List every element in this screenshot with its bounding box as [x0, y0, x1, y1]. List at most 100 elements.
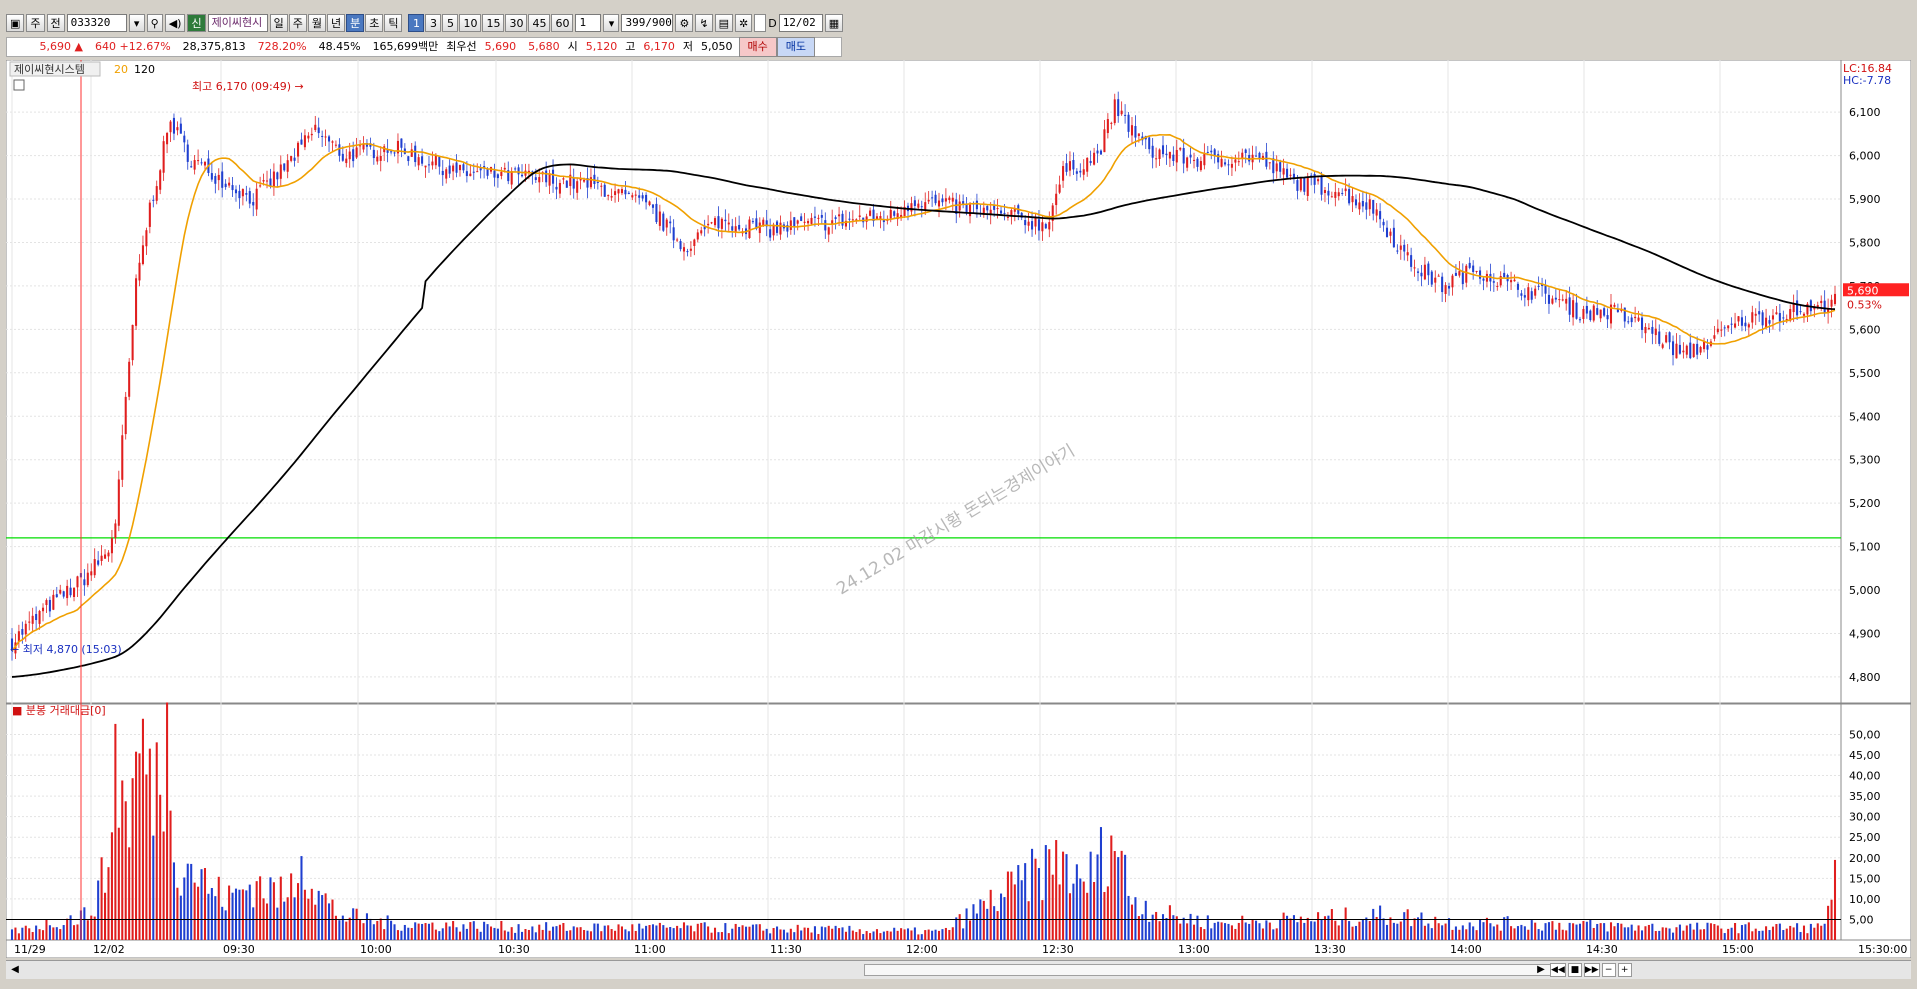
volume-bar — [1510, 926, 1513, 940]
zoom-in-icon[interactable]: + — [1617, 963, 1632, 977]
interval-button-30[interactable]: 30 — [505, 14, 528, 32]
price-tick-label: 5,600 — [1849, 323, 1881, 336]
candle-body — [290, 156, 293, 161]
volume-bar — [1199, 927, 1202, 940]
candle-body — [1227, 164, 1230, 166]
buy-button[interactable]: 매수 — [738, 37, 777, 57]
period-button-5[interactable]: 초 — [365, 14, 384, 32]
candle-body — [614, 191, 617, 195]
period-button-0[interactable]: 일 — [269, 14, 288, 32]
forward-icon[interactable]: ▶▶ — [1583, 963, 1600, 977]
volume-bar — [414, 922, 417, 940]
volume-bar — [1313, 921, 1316, 940]
volume-bar — [1820, 925, 1823, 940]
interval-button-1[interactable]: 1 — [408, 14, 425, 32]
volume-bar — [1709, 923, 1712, 940]
volume-bar — [472, 921, 475, 940]
date-input[interactable]: 12/02 — [778, 14, 823, 32]
volume-bar — [283, 901, 286, 940]
candle-body — [813, 216, 816, 218]
candle-body — [1747, 324, 1750, 328]
chart-canvas[interactable]: 6,1006,0005,9005,8005,7005,6005,5005,400… — [6, 60, 1911, 958]
candle-body — [186, 144, 189, 162]
volume-bar — [620, 926, 623, 940]
horizontal-scrollbar[interactable]: ◀ ▶ ◀◀ ■ ▶▶ − + — [6, 960, 1911, 979]
date-checkbox[interactable] — [754, 14, 767, 32]
volume-bar — [541, 929, 544, 940]
candle-body — [1534, 288, 1537, 296]
interval-button-60[interactable]: 60 — [551, 14, 574, 32]
candle-body — [135, 278, 138, 326]
volume-bar — [1561, 929, 1564, 940]
layout-icon[interactable]: ▣ — [6, 14, 25, 32]
scroll-right-icon[interactable]: ▶ — [1534, 962, 1548, 978]
dropdown-chevron-icon[interactable]: ▾ — [128, 14, 145, 32]
interval-input[interactable]: 1 — [575, 14, 602, 32]
stop-icon[interactable]: ■ — [1567, 963, 1582, 977]
mode-select[interactable]: 주 — [26, 14, 45, 32]
settings-icon[interactable]: ⚙ — [675, 14, 694, 32]
candle-body — [793, 217, 796, 227]
indicator-icon[interactable]: ↯ — [695, 14, 713, 32]
period-button-6[interactable]: 틱 — [384, 14, 403, 32]
interval-button-3[interactable]: 3 — [425, 14, 442, 32]
candle-body — [707, 223, 710, 226]
chart-type-button[interactable]: 전 — [46, 14, 65, 32]
candle-body — [469, 173, 472, 177]
interval-dropdown-icon[interactable]: ▾ — [603, 14, 620, 32]
period-button-4[interactable]: 분 — [346, 14, 365, 32]
rewind-icon[interactable]: ◀◀ — [1550, 963, 1566, 977]
candle-body — [1041, 222, 1044, 232]
candle-body — [1320, 176, 1323, 195]
volume-bar — [1434, 916, 1437, 940]
candle-body — [334, 144, 337, 146]
candle-body — [1275, 163, 1278, 172]
candle-body — [1341, 192, 1344, 194]
stock-code-input[interactable]: 033320 — [66, 14, 127, 32]
volume-bar — [841, 927, 844, 940]
candle-body — [69, 587, 72, 596]
new-badge[interactable]: 신 — [187, 14, 206, 32]
candle-body — [1761, 312, 1764, 326]
period-button-1[interactable]: 주 — [288, 14, 307, 32]
interval-button-45[interactable]: 45 — [528, 14, 551, 32]
save-icon[interactable]: ▤ — [714, 14, 733, 32]
speaker-icon[interactable]: ◀) — [164, 14, 186, 32]
volume-bar — [1396, 923, 1399, 940]
sell-button[interactable]: 매도 — [776, 37, 816, 57]
interval-button-15[interactable]: 15 — [482, 14, 505, 32]
candle-body — [1434, 277, 1437, 283]
candle-body — [1723, 327, 1726, 329]
volume-bar — [996, 911, 999, 940]
volume-bar — [531, 926, 534, 940]
period-button-2[interactable]: 월 — [307, 14, 326, 32]
volume-bar — [700, 922, 703, 940]
zoom-out-icon[interactable]: − — [1601, 963, 1616, 977]
volume-bar — [1734, 922, 1737, 940]
search-icon[interactable]: ⚲ — [146, 14, 163, 32]
candle-body — [410, 149, 413, 157]
candle-body — [510, 171, 513, 185]
candle-body — [41, 607, 45, 612]
volume-bar — [1365, 917, 1368, 940]
interval-button-5[interactable]: 5 — [442, 14, 459, 32]
volume-bar — [1272, 929, 1275, 940]
interval-button-10[interactable]: 10 — [459, 14, 482, 32]
candle-body — [1558, 299, 1561, 301]
scroll-left-icon[interactable]: ◀ — [8, 962, 22, 978]
scroll-thumb[interactable] — [864, 964, 1552, 976]
calendar-icon[interactable]: ▦ — [824, 14, 844, 32]
period-button-3[interactable]: 년 — [326, 14, 346, 32]
volume-bar — [1468, 922, 1471, 940]
volume-bar — [1058, 884, 1061, 940]
candle-body — [352, 149, 355, 162]
gear-icon[interactable]: ✲ — [734, 14, 753, 32]
volume-bar — [1496, 924, 1499, 940]
volume-bar — [1613, 926, 1616, 940]
candle-body — [431, 161, 434, 166]
candle-body — [893, 211, 896, 216]
count-input[interactable]: 399/900 — [621, 14, 674, 32]
candle-body — [376, 156, 379, 162]
volume-bar — [431, 922, 434, 940]
volume-bar — [1410, 926, 1413, 940]
